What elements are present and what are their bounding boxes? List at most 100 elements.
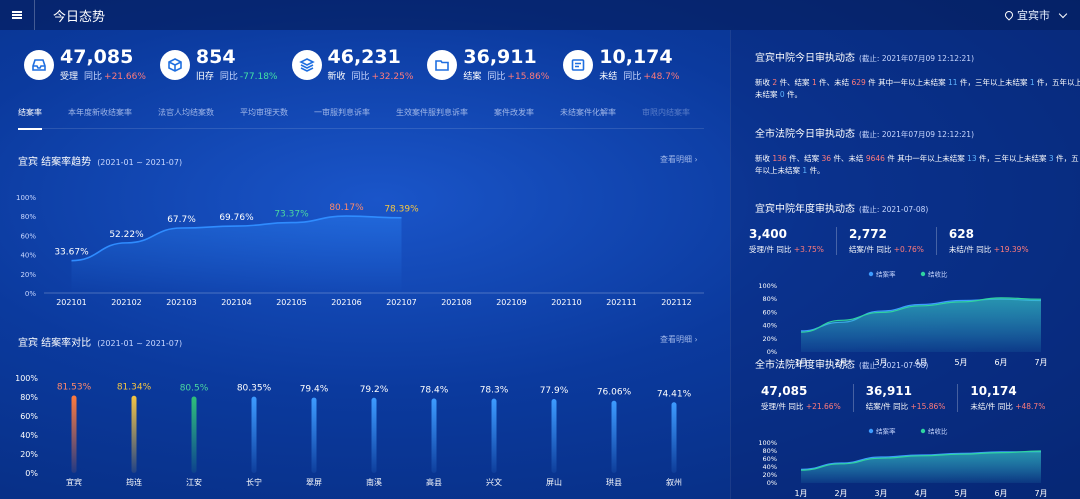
legend-dot (868, 428, 874, 434)
data-label: 78.3% (480, 386, 509, 396)
y-tick-label: 40% (763, 322, 777, 330)
tab-effective-cases[interactable]: 生效案件服判息诉率 (396, 107, 468, 130)
summary-text: 件、结案 (779, 78, 810, 87)
year-mid-kpi-closed[interactable]: 2,772 结案/件 同比 +0.76% (849, 227, 937, 255)
summary-text: 件 其中一年以上未结案 (868, 78, 946, 87)
x-tick-label: 202103 (166, 298, 197, 307)
x-tick-label: 南溪 (366, 477, 382, 487)
tab-first-instance[interactable]: 一审服判息诉率 (314, 107, 370, 130)
tab-judge-avg[interactable]: 法官人均结案数 (158, 107, 214, 130)
x-tick-label: 202101 (56, 298, 87, 307)
top-bar: 今日态势 (0, 0, 1080, 30)
y-tick-label: 0% (25, 469, 38, 478)
trend-area-fill (71, 216, 402, 293)
kpi-label: 未结 (599, 72, 618, 82)
x-tick-label: 202107 (386, 298, 417, 307)
x-tick-label: 江安 (186, 477, 202, 487)
year-city-kpi-pending[interactable]: 10,174 未结/件 同比 +48.7% (970, 384, 1057, 412)
mini-kpi-value: 10,174 (970, 384, 1017, 398)
mini-kpi-yoy: +15.86% (910, 402, 946, 411)
year-city-kpi-closed[interactable]: 36,911 结案/件 同比 +15.86% (866, 384, 959, 412)
data-label: 79.2% (360, 385, 389, 395)
tab-new-closing-rate[interactable]: 本年度新收结案率 (68, 107, 132, 130)
x-tick-label: 高县 (426, 477, 442, 487)
x-tick-label: 筠连 (126, 477, 142, 487)
bar (191, 396, 197, 473)
kpi-pending[interactable]: 10,174 未结 同比 +48.7% (563, 47, 679, 82)
compare-detail-text: 查看明细 (660, 335, 692, 344)
mini-kpi-value: 47,085 (761, 384, 808, 398)
x-tick-label: 5月 (954, 358, 967, 367)
kpi-yoy-value: +15.86% (507, 72, 550, 82)
summary-text: 新收 (755, 78, 770, 87)
region-label: 宜宾市 (1017, 9, 1050, 22)
mini-kpi-value: 3,400 (749, 227, 787, 241)
mini-kpi-yoy: +3.75% (793, 245, 824, 254)
folder-icon (427, 49, 458, 80)
location-pin-icon (1003, 9, 1015, 21)
data-label: 80.17% (329, 203, 364, 213)
kpi-label: 新收 (327, 72, 346, 82)
tab-resolution-rate[interactable]: 未结案件化解率 (560, 107, 616, 130)
trend-detail-text: 查看明细 (660, 155, 692, 164)
x-tick-label: 兴文 (486, 477, 502, 487)
kpi-accepted[interactable]: 47,085 受理 同比 +21.66% (24, 47, 146, 82)
kpi-yoy-label: 同比 (487, 72, 506, 82)
y-tick-label: 0% (767, 348, 777, 356)
mini-kpi-label: 未结/件 (948, 245, 974, 254)
summary-5yr-count: 1 (802, 166, 808, 175)
bar (611, 400, 617, 473)
summary-1yr-count: 13 (967, 154, 977, 163)
kpi-value: 47,085 (60, 46, 134, 68)
mini-kpi-yoy-label: 同比 (876, 245, 892, 254)
mini-kpi-yoy: +21.66% (805, 402, 841, 411)
y-tick-label: 0% (767, 479, 777, 487)
bar (371, 397, 377, 473)
year-mid-asof: (截止: 2021-07-08) (859, 205, 929, 214)
kpi-closed[interactable]: 36,911 结案 同比 +15.86% (427, 47, 549, 82)
mini-kpi-yoy: +19.39% (993, 245, 1029, 254)
tab-on-time-rate[interactable]: 审限内结案率 (642, 107, 690, 130)
kpi-label: 结案 (463, 72, 482, 82)
menu-icon[interactable] (0, 0, 34, 30)
data-label: 77.9% (540, 386, 569, 396)
region-selector[interactable]: 宜宾市 (1003, 0, 1068, 30)
year-mid-kpi-pending[interactable]: 628 未结/件 同比 +19.39% (949, 227, 1041, 255)
x-tick-label: 7月 (1034, 358, 1047, 367)
tab-closing-rate[interactable]: 结案率 (18, 107, 42, 130)
legend-label: 结案率 (876, 427, 896, 436)
compare-range: (2021-01 ~ 2021-07) (97, 339, 183, 348)
summary-pending-count: 629 (851, 78, 866, 87)
kpi-new[interactable]: 46,231 新收 同比 +32.25% (291, 47, 413, 82)
year-city-kpi-accepted[interactable]: 47,085 受理/件 同比 +21.66% (761, 384, 854, 412)
x-tick-label: 2月 (834, 489, 847, 498)
year-city-kpis: 47,085 受理/件 同比 +21.66% 36,911 结案/件 同比 +1… (761, 384, 1069, 412)
y-tick-label: 20% (20, 271, 36, 279)
legend-label: 结收比 (928, 427, 948, 436)
summary-text: 件，三年以上未结案 (979, 154, 1047, 163)
summary-text: 件、未结 (833, 154, 864, 163)
trend-title: 宜宾 结案率趋势 (2021-01 ~ 2021-07) (18, 153, 182, 168)
x-tick-label: 宜宾 (66, 477, 82, 487)
year-mid-kpi-accepted[interactable]: 3,400 受理/件 同比 +3.75% (749, 227, 837, 255)
y-tick-label: 100% (758, 282, 777, 290)
x-tick-label: 4月 (914, 489, 927, 498)
y-tick-label: 0% (25, 290, 36, 298)
kpi-backlog[interactable]: 854 旧存 同比 -77.18% (159, 47, 278, 82)
summary-new-count: 136 (772, 154, 787, 163)
y-tick-label: 100% (16, 194, 36, 202)
trend-detail-link[interactable]: 查看明细 › (660, 154, 698, 165)
tab-avg-days[interactable]: 平均审理天数 (240, 107, 288, 130)
tab-reversal-rate[interactable]: 案件改发率 (494, 107, 534, 130)
summary-new-count: 2 (772, 78, 778, 87)
x-tick-label: 202108 (441, 298, 472, 307)
summary-closed-count: 36 (821, 154, 832, 163)
compare-detail-link[interactable]: 查看明细 › (660, 334, 698, 345)
x-tick-label: 202109 (496, 298, 527, 307)
summary-text: 件，三年以上未结案 (959, 78, 1028, 87)
data-label: 33.67% (54, 248, 89, 258)
data-label: 78.39% (384, 205, 419, 215)
data-label: 52.22% (109, 230, 144, 240)
x-tick-label: 叙州 (666, 477, 682, 487)
compare-bar-chart: 100% 80% 60% 40% 20% 0% 81.53% 宜宾 81.34% 筠连 80.5% 江… (15, 374, 691, 487)
